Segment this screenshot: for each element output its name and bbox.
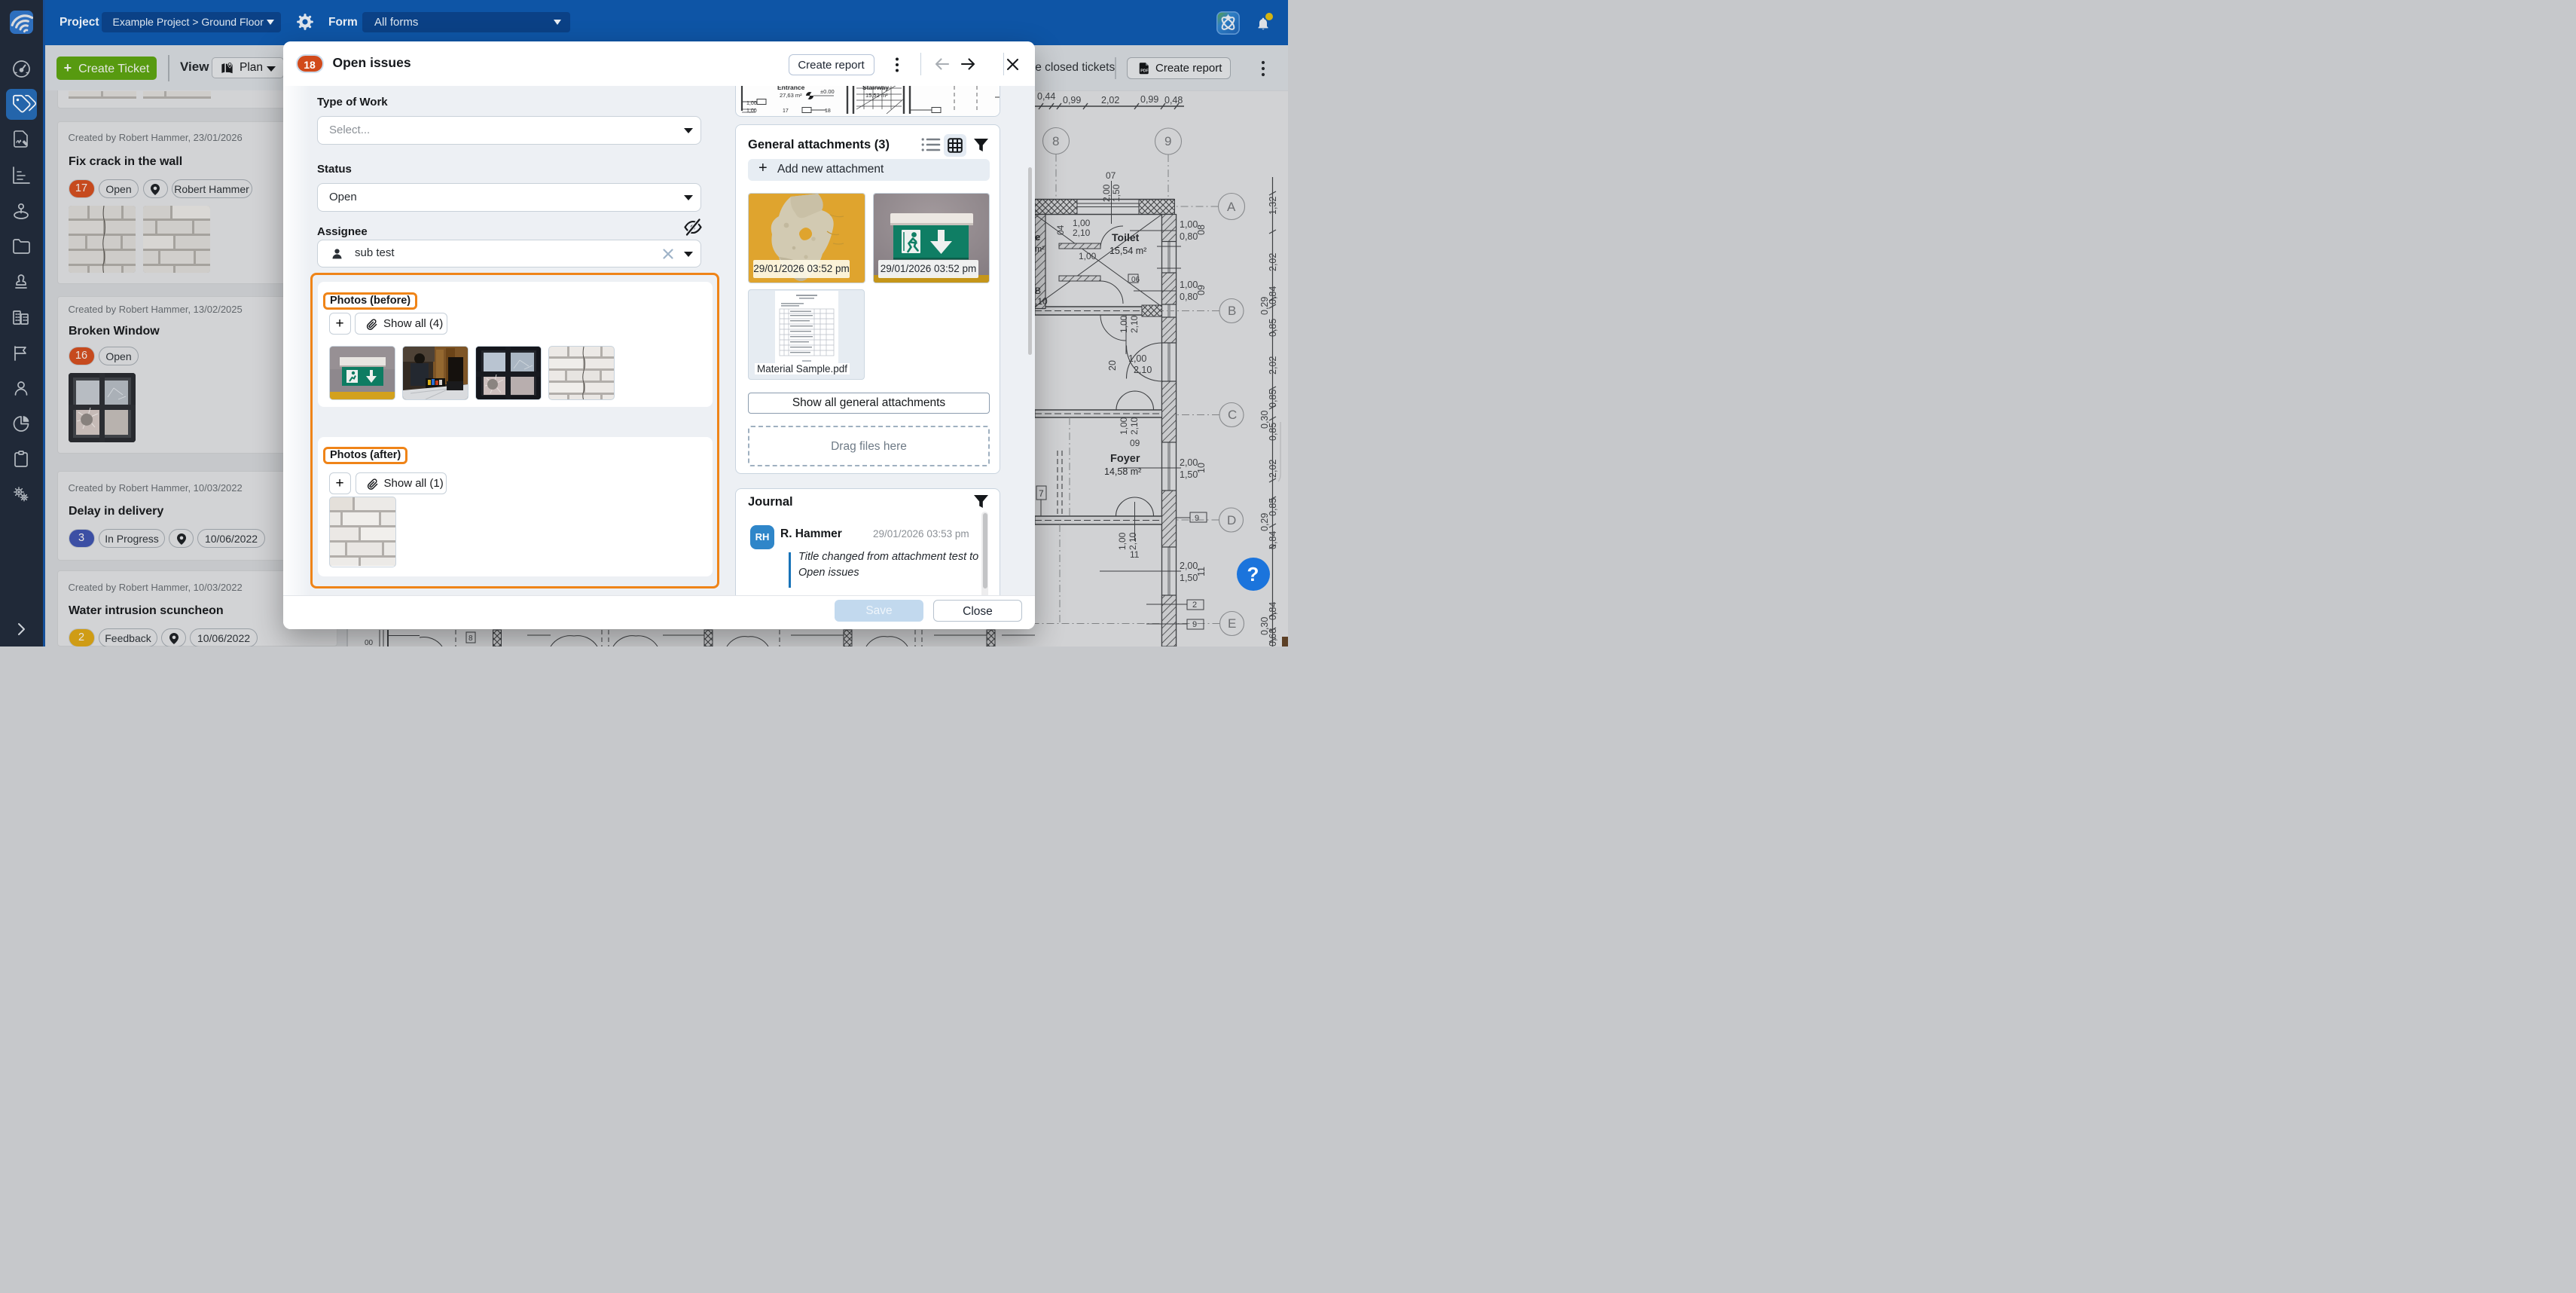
svg-text:2,00: 2,00: [1180, 457, 1198, 468]
svg-text:1,50: 1,50: [1180, 573, 1198, 583]
svg-text:0,99: 0,99: [1063, 95, 1081, 105]
svg-text:PDF: PDF: [1140, 69, 1149, 73]
svg-text:9: 9: [1164, 134, 1171, 148]
svg-text:1,00: 1,00: [1117, 532, 1128, 550]
svg-text:0,85: 0,85: [1268, 319, 1278, 337]
svg-text:1,50: 1,50: [1111, 184, 1122, 202]
svg-text:0,29: 0,29: [1259, 513, 1270, 531]
svg-text:±0.00: ±0.00: [820, 88, 835, 95]
svg-text:Toilet: Toilet: [1112, 231, 1140, 243]
svg-text:1,00: 1,00: [746, 101, 757, 106]
svg-text:17: 17: [783, 109, 789, 114]
svg-text:10: 10: [1196, 463, 1207, 473]
svg-text:2,10: 2,10: [1128, 532, 1138, 550]
svg-text:11: 11: [1196, 567, 1207, 576]
svg-text:2: 2: [1192, 601, 1197, 610]
svg-text:D: D: [1227, 513, 1236, 527]
svg-text:1,00: 1,00: [746, 109, 757, 114]
svg-text:Foyer: Foyer: [1110, 453, 1140, 465]
svg-text:2,00: 2,00: [1101, 184, 1112, 202]
svg-text:2,10: 2,10: [1134, 365, 1152, 375]
svg-text:0,99: 0,99: [1140, 94, 1158, 105]
svg-text:15,52 m²: 15,52 m²: [865, 92, 888, 99]
svg-text:1,50: 1,50: [1180, 469, 1198, 480]
svg-text:8: 8: [1052, 134, 1059, 148]
svg-text:09: 09: [1130, 438, 1140, 448]
svg-text:18: 18: [825, 109, 831, 114]
svg-text:9: 9: [1192, 620, 1197, 629]
svg-text:C: C: [1228, 408, 1237, 422]
svg-text:E: E: [1228, 616, 1236, 631]
svg-text:m²: m²: [1035, 245, 1045, 254]
svg-text:0,29: 0,29: [1259, 297, 1270, 315]
svg-text:2,10: 2,10: [1129, 315, 1140, 333]
svg-text:7: 7: [1039, 488, 1044, 499]
svg-text:2,02: 2,02: [1268, 253, 1278, 271]
svg-text:0,48: 0,48: [1164, 95, 1183, 105]
svg-text:08: 08: [1196, 225, 1207, 235]
svg-text:00: 00: [365, 639, 374, 646]
svg-text:2,02: 2,02: [1268, 460, 1278, 478]
svg-text:0,84: 0,84: [1268, 531, 1278, 549]
svg-text:1,00: 1,00: [1073, 218, 1091, 228]
svg-text:2,02: 2,02: [1101, 95, 1119, 105]
svg-text:Entrance: Entrance: [777, 86, 805, 91]
svg-text:1,00: 1,00: [1180, 219, 1198, 230]
svg-text:9: 9: [1195, 514, 1199, 523]
svg-text:1,00: 1,00: [1119, 315, 1129, 333]
svg-text:Stairway: Stairway: [862, 86, 889, 91]
svg-text:11: 11: [1130, 549, 1140, 560]
svg-text:2,00: 2,00: [1180, 561, 1198, 571]
svg-text:1,32: 1,32: [1268, 197, 1278, 215]
svg-text:0,85: 0,85: [1268, 390, 1278, 408]
svg-text:0,68: 0,68: [1268, 628, 1278, 646]
svg-text:8: 8: [469, 634, 473, 643]
svg-text:27,63 m²: 27,63 m²: [780, 92, 802, 99]
svg-text:,10: ,10: [1035, 296, 1048, 307]
svg-text:0,44: 0,44: [1037, 91, 1055, 102]
svg-text:15,54 m²: 15,54 m²: [1109, 246, 1146, 256]
svg-text:2,10: 2,10: [1073, 228, 1091, 238]
svg-text:1,00: 1,00: [1180, 280, 1198, 290]
svg-text:09: 09: [1196, 285, 1207, 295]
svg-text:0,85: 0,85: [1268, 423, 1278, 441]
svg-text:0,80: 0,80: [1180, 292, 1198, 302]
svg-text:2,10: 2,10: [1129, 417, 1140, 435]
svg-text:2,02: 2,02: [1268, 356, 1278, 374]
svg-text:1,00: 1,00: [1079, 251, 1097, 261]
svg-text:e: e: [1035, 231, 1040, 243]
svg-text:07: 07: [1106, 170, 1116, 181]
svg-text:A: A: [1227, 200, 1236, 214]
svg-text:20: 20: [1107, 360, 1118, 371]
svg-text:B: B: [1228, 304, 1236, 318]
svg-text:06: 06: [1131, 276, 1140, 284]
svg-text:04: 04: [1055, 225, 1066, 235]
svg-text:1,00: 1,00: [1119, 417, 1129, 435]
svg-text:1,00: 1,00: [1128, 353, 1146, 364]
svg-text:B: B: [1035, 286, 1041, 296]
svg-text:0,80: 0,80: [1180, 231, 1198, 242]
